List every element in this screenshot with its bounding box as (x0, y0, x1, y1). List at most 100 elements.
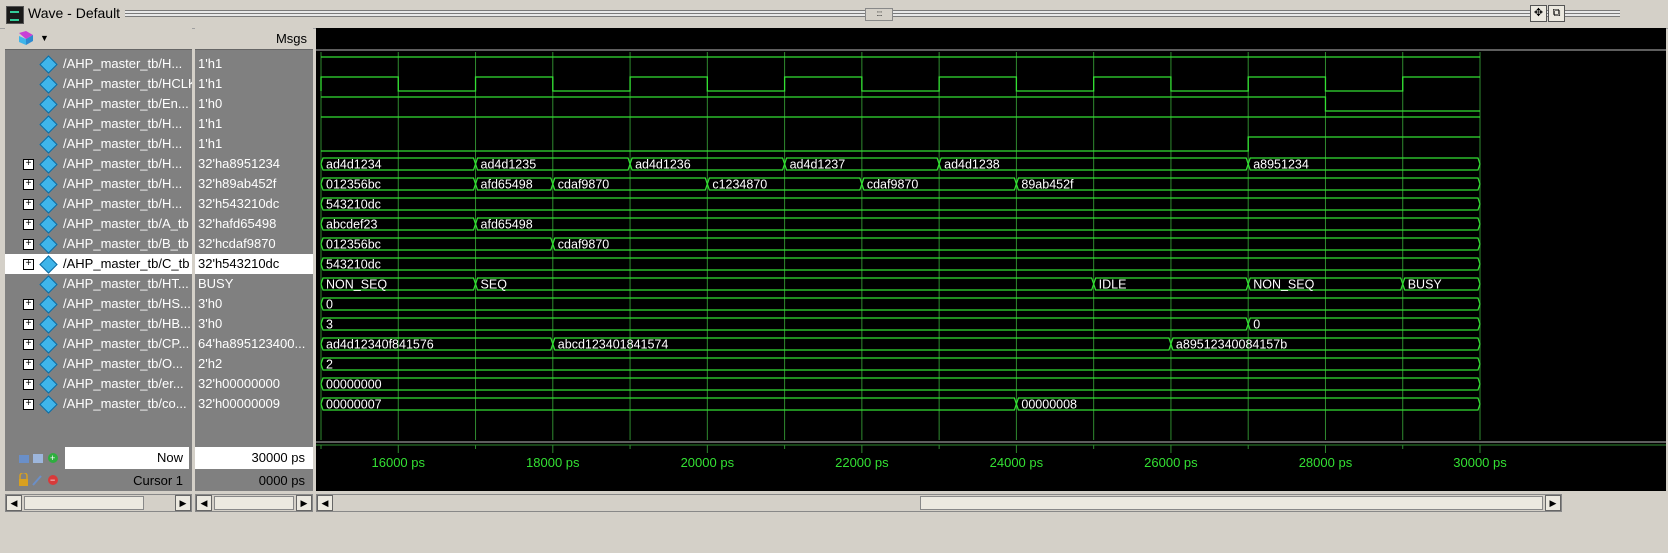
signal-row[interactable]: + /AHP_master_tb/HS... (5, 294, 192, 314)
signal-value[interactable]: 1'h1 (195, 74, 313, 94)
bus-value-label: SEQ (481, 278, 508, 292)
bus-value-label: afd65498 (481, 178, 533, 192)
bus-value-label: ad4d1236 (635, 158, 691, 172)
signal-row[interactable]: + /AHP_master_tb/co... (5, 394, 192, 414)
signal-value[interactable]: 32'h543210dc (195, 194, 313, 214)
signal-value[interactable]: 32'hcdaf9870 (195, 234, 313, 254)
signal-row[interactable]: /AHP_master_tb/HCLK (5, 74, 192, 94)
bus-segment (320, 377, 1481, 391)
expand-icon[interactable]: + (23, 399, 34, 410)
signal-row[interactable]: + /AHP_master_tb/H... (5, 194, 192, 214)
signal-row[interactable]: + /AHP_master_tb/A_tb (5, 214, 192, 234)
expand-icon[interactable]: + (23, 159, 34, 170)
expand-icon[interactable]: + (23, 239, 34, 250)
scroll-left-icon[interactable]: ◀ (196, 495, 212, 511)
signal-diamond-icon (39, 135, 58, 154)
scroll-left-icon[interactable]: ◀ (317, 495, 333, 511)
waveform-hscrollbar[interactable]: ◀ ▶ (316, 494, 1562, 512)
waveform-scroll-track[interactable] (335, 496, 920, 510)
signal-value[interactable]: 32'hafd65498 (195, 214, 313, 234)
values-scroll-thumb[interactable] (214, 496, 294, 510)
names-hscrollbar[interactable]: ◀ ▶ (5, 494, 192, 512)
signal-row[interactable]: + /AHP_master_tb/O... (5, 354, 192, 374)
expand-icon[interactable]: + (23, 179, 34, 190)
lock-cursor-icons[interactable]: − (17, 473, 63, 487)
values-header: Msgs (195, 28, 313, 50)
bus-value-label: a89512340084157b (1176, 338, 1287, 352)
names-header: ▼ (5, 28, 192, 50)
undock-icon[interactable]: ⧉ (1548, 5, 1565, 22)
waveform-canvas[interactable]: ad4d1234 ad4d1235 ad4d1236 ad4d1237 ad4d1238… (316, 28, 1666, 490)
signal-row[interactable]: + /AHP_master_tb/H... (5, 174, 192, 194)
bus-segment (474, 217, 1481, 231)
signal-row[interactable]: /AHP_master_tb/H... (5, 54, 192, 74)
signal-value[interactable]: 32'h00000000 (195, 374, 313, 394)
expand-icon[interactable]: + (23, 259, 34, 270)
scroll-right-icon[interactable]: ▶ (296, 495, 312, 511)
signal-row[interactable]: + /AHP_master_tb/CP... (5, 334, 192, 354)
signal-value[interactable]: 1'h1 (195, 134, 313, 154)
chevron-down-icon[interactable]: ▼ (40, 33, 49, 43)
signal-row[interactable]: + /AHP_master_tb/B_tb (5, 234, 192, 254)
signal-row[interactable]: /AHP_master_tb/HT... (5, 274, 192, 294)
signal-diamond-icon (39, 355, 58, 374)
bus-value-label: 0 (1253, 318, 1260, 332)
signal-diamond-icon (39, 55, 58, 74)
bus-value-label: cdaf9870 (558, 178, 609, 192)
signal-value[interactable]: 1'h1 (195, 54, 313, 74)
ruler-tick-label: 22000 ps (835, 455, 889, 470)
scroll-right-icon[interactable]: ▶ (175, 495, 191, 511)
signal-name: /AHP_master_tb/HCLK (63, 76, 192, 91)
expand-icon[interactable]: + (23, 319, 34, 330)
bus-value-label: ad4d1238 (944, 158, 1000, 172)
ruler-tick-label: 30000 ps (1453, 455, 1507, 470)
signal-value[interactable]: 1'h1 (195, 114, 313, 134)
add-cursor-icons[interactable]: + (17, 451, 63, 465)
signal-value[interactable]: 32'h89ab452f (195, 174, 313, 194)
dock-icon[interactable]: ✥ (1530, 5, 1547, 22)
signal-value[interactable]: 1'h0 (195, 94, 313, 114)
now-value: 30000 ps (195, 447, 313, 469)
expand-icon[interactable]: + (23, 379, 34, 390)
signal-value[interactable]: 32'h543210dc (195, 254, 313, 274)
signal-row[interactable]: + /AHP_master_tb/C_tb (5, 254, 192, 274)
signal-value[interactable]: 64'ha895123400... (195, 334, 313, 354)
waveform-scroll-thumb[interactable] (920, 496, 1543, 510)
signal-value[interactable]: 32'h00000009 (195, 394, 313, 414)
signal-row[interactable]: /AHP_master_tb/H... (5, 134, 192, 154)
titlebar-grip-knob[interactable]: :::: (865, 8, 893, 21)
cursor-label[interactable]: Cursor 1 (65, 472, 189, 490)
ruler-tick-label: 24000 ps (990, 455, 1044, 470)
scroll-left-icon[interactable]: ◀ (6, 495, 22, 511)
signal-value[interactable]: 2'h2 (195, 354, 313, 374)
expand-icon[interactable]: + (23, 219, 34, 230)
bit-waveform (321, 96, 1480, 112)
signal-row[interactable]: + /AHP_master_tb/HB... (5, 314, 192, 334)
signal-row[interactable]: /AHP_master_tb/H... (5, 114, 192, 134)
signal-row[interactable]: + /AHP_master_tb/H... (5, 154, 192, 174)
signal-diamond-icon (39, 215, 58, 234)
signal-value[interactable]: BUSY (195, 274, 313, 294)
signal-diamond-icon (39, 335, 58, 354)
bus-value-label: ad4d1237 (790, 158, 846, 172)
signal-diamond-icon (39, 155, 58, 174)
bus-segment (320, 397, 1018, 411)
svg-text:+: + (50, 453, 55, 463)
expand-icon[interactable]: + (23, 299, 34, 310)
signal-value[interactable]: 32'ha8951234 (195, 154, 313, 174)
signal-value[interactable]: 3'h0 (195, 294, 313, 314)
expand-icon[interactable]: + (23, 199, 34, 210)
wave-filter-icon[interactable] (17, 31, 35, 45)
expand-icon[interactable]: + (23, 359, 34, 370)
scroll-right-icon[interactable]: ▶ (1545, 495, 1561, 511)
signal-name: /AHP_master_tb/CP... (63, 336, 190, 351)
waveform-pane[interactable]: ad4d1234 ad4d1235 ad4d1236 ad4d1237 ad4d1238… (316, 28, 1666, 490)
signal-diamond-icon (39, 375, 58, 394)
signal-row[interactable]: /AHP_master_tb/En... (5, 94, 192, 114)
names-scroll-thumb[interactable] (24, 496, 144, 510)
expand-icon[interactable]: + (23, 339, 34, 350)
signal-value[interactable]: 3'h0 (195, 314, 313, 334)
values-hscrollbar[interactable]: ◀ ▶ (195, 494, 313, 512)
time-ruler[interactable]: 16000 ps 18000 ps 20000 ps 22000 ps 24000 ps… (316, 443, 1666, 491)
signal-row[interactable]: + /AHP_master_tb/er... (5, 374, 192, 394)
